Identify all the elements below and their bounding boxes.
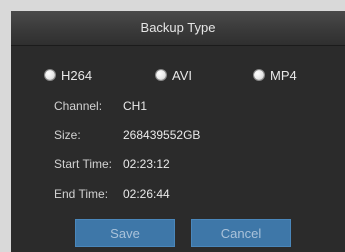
radio-button-icon[interactable] (45, 70, 55, 80)
end-time-value: 02:26:44 (123, 187, 170, 201)
channel-label: Channel: (54, 99, 103, 113)
save-button[interactable]: Save (75, 219, 175, 247)
radio-mp4[interactable]: MP4 (254, 67, 297, 83)
radio-avi[interactable]: AVI (156, 67, 192, 83)
channel-value: CH1 (123, 99, 148, 113)
radio-mp4-label: MP4 (270, 67, 297, 83)
cancel-button[interactable]: Cancel (191, 219, 291, 247)
radio-avi-label: AVI (172, 67, 192, 83)
size-value: 268439552GB (123, 128, 201, 142)
radio-h264[interactable]: H264 (45, 67, 93, 83)
start-time-label: Start Time: (54, 157, 113, 171)
radio-button-icon[interactable] (156, 70, 166, 80)
start-time-value: 02:23:12 (123, 157, 170, 171)
radio-h264-label: H264 (61, 67, 93, 83)
radio-button-icon[interactable] (254, 70, 264, 80)
size-label: Size: (54, 128, 81, 142)
end-time-label: End Time: (54, 187, 109, 201)
backup-type-dialog: Backup Type H264 AVI MP4 Channel: CH1 Si… (11, 11, 345, 252)
dialog-title: Backup Type (11, 11, 345, 46)
